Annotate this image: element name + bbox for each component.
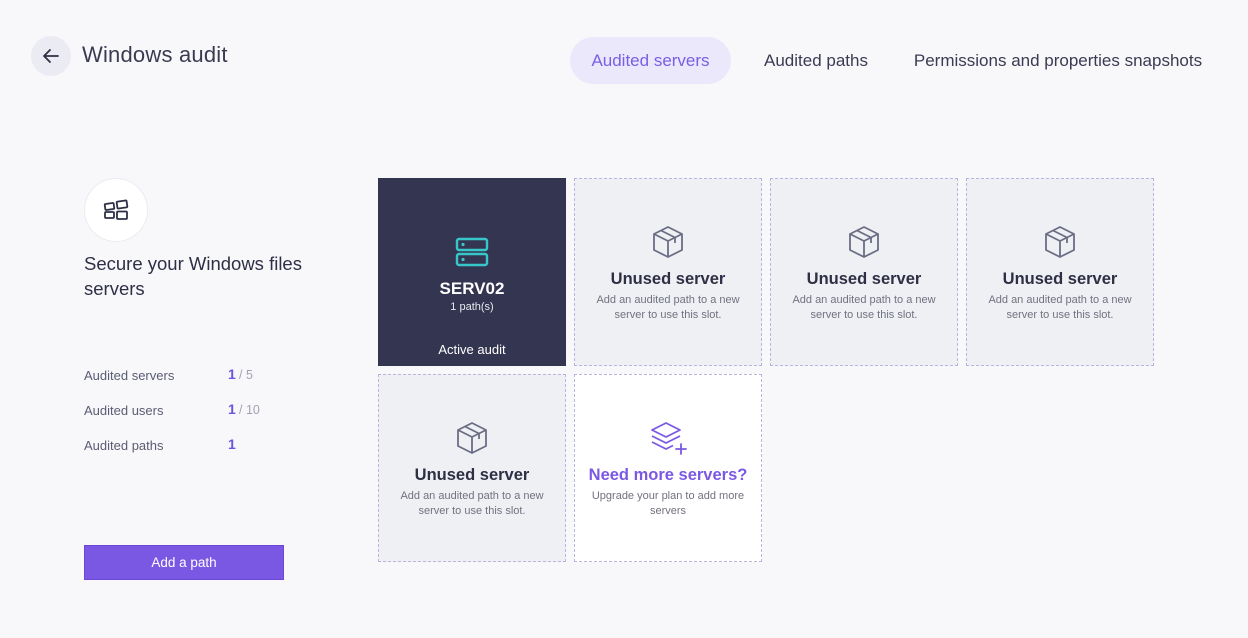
arrow-left-icon [43,49,59,63]
stat-value: 1 [228,401,236,417]
server-slot-unused[interactable]: Unused server Add an audited path to a n… [378,374,566,562]
slot-description: Add an audited path to a new server to u… [400,490,544,517]
windows-logo-badge [84,178,148,242]
box-icon [651,224,685,260]
server-slot-unused[interactable]: Unused server Add an audited path to a n… [574,178,762,366]
tab-audited-servers[interactable]: Audited servers [570,37,731,84]
stat-total: / 10 [239,403,260,417]
audit-stats: Audited servers 1 / 5 Audited users 1 / … [84,366,304,471]
stat-row-users: Audited users 1 / 10 [84,401,304,436]
box-icon [455,420,489,456]
stat-label: Audited users [84,403,164,418]
tab-audited-paths[interactable]: Audited paths [745,37,887,84]
stat-value: 1 [228,436,236,452]
upsell-description: Upgrade your plan to add more servers [591,490,745,517]
stat-label: Audited paths [84,438,164,453]
tab-permissions-snapshots[interactable]: Permissions and properties snapshots [908,37,1208,84]
server-name: SERV02 [439,279,505,298]
windows-icon [103,199,129,220]
box-icon [1043,224,1077,260]
server-path-count: 1 path(s) [450,301,494,313]
slot-title: Unused server [1002,270,1118,288]
stat-value: 1 [228,366,236,382]
add-path-button[interactable]: Add a path [84,545,284,580]
stat-row-servers: Audited servers 1 / 5 [84,366,304,401]
server-slot-unused[interactable]: Unused server Add an audited path to a n… [770,178,958,366]
slot-description: Add an audited path to a new server to u… [596,294,740,321]
server-slot-active[interactable]: SERV02 1 path(s) Active audit [378,178,566,366]
section-headline: Secure your Windows files servers [84,253,302,299]
upsell-title: Need more servers? [588,466,748,484]
need-more-servers-slot[interactable]: Need more servers? Upgrade your plan to … [574,374,762,562]
server-slot-unused[interactable]: Unused server Add an audited path to a n… [966,178,1154,366]
box-icon [847,224,881,260]
stat-total: / 5 [239,368,253,382]
stat-row-paths: Audited paths 1 [84,436,304,471]
slot-description: Add an audited path to a new server to u… [988,294,1132,321]
slot-title: Unused server [414,466,530,484]
stat-label: Audited servers [84,368,175,383]
server-status: Active audit [438,342,506,357]
back-button[interactable] [31,36,71,76]
slot-description: Add an audited path to a new server to u… [792,294,936,321]
slot-title: Unused server [806,270,922,288]
layers-plus-icon [649,420,687,456]
server-icon [455,234,489,270]
page-title: Windows audit [82,42,228,67]
slot-title: Unused server [610,270,726,288]
